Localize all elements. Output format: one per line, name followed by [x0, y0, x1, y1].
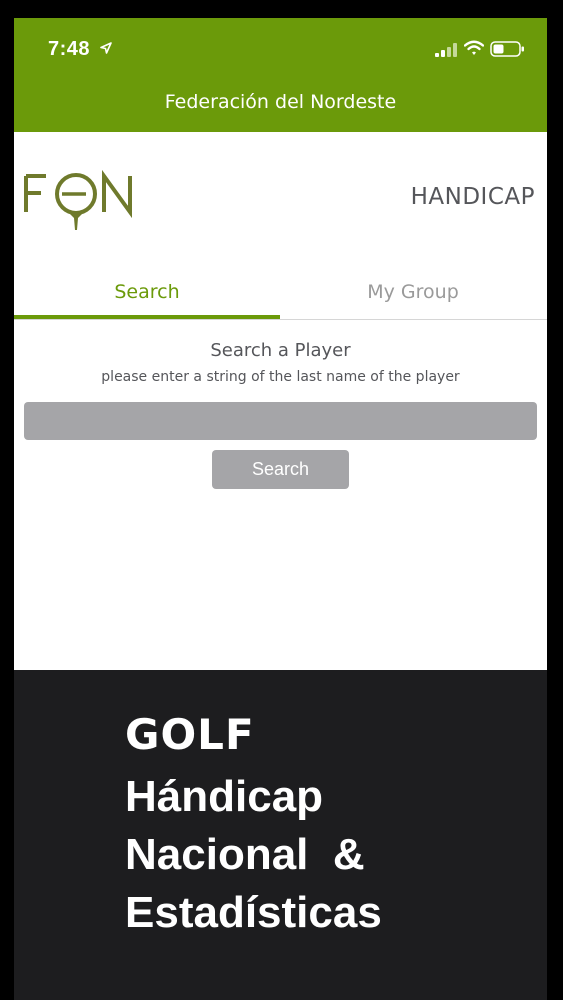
promo-line-estadisticas: Estadísticas [125, 888, 382, 937]
section-title: HANDICAP [410, 184, 535, 210]
location-arrow-icon [100, 42, 112, 54]
search-hint: please enter a string of the last name o… [101, 369, 460, 385]
promo-line-golf: GOLF [125, 710, 255, 759]
promo-line-nacional: Nacional & [125, 830, 365, 879]
top-bar: 7:48 Federación del Nordeste [14, 18, 547, 132]
tab-bar: Search My Group [14, 273, 547, 320]
tab-my-group[interactable]: My Group [280, 273, 546, 315]
promo-banner: GOLF Hándicap Nacional & Estadísticas [14, 670, 547, 1000]
battery-icon [490, 41, 524, 57]
promo-line-handicap: Hándicap [125, 772, 324, 821]
search-button[interactable]: Search [212, 450, 349, 489]
tab-search[interactable]: Search [14, 273, 280, 319]
wifi-icon [464, 40, 484, 55]
nav-title: Federación del Nordeste [164, 91, 397, 113]
status-time: 7:48 [48, 38, 91, 60]
cellular-signal-icon [435, 43, 457, 57]
app-screen: 7:48 Federación del Nordeste HANDICAP Se… [14, 18, 547, 1000]
fgn-logo [24, 169, 132, 230]
player-search-input[interactable] [24, 402, 537, 440]
search-heading: Search a Player [210, 340, 351, 361]
